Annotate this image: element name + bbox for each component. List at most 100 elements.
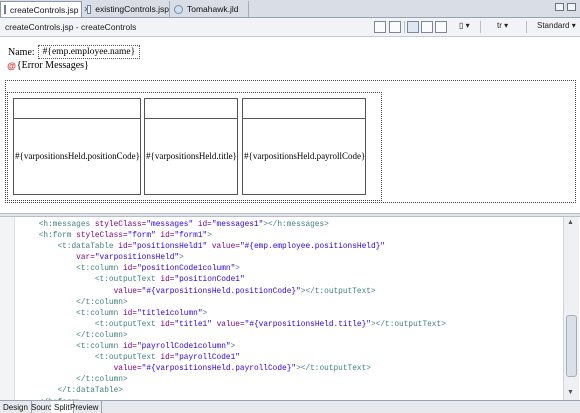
table-column-payrollcode[interactable]: #{varpositionsHeld.payrollCode} xyxy=(242,98,366,195)
standard-dropdown-label: Standard xyxy=(537,21,570,30)
source-line[interactable]: </t:column> xyxy=(20,331,446,342)
tab-createcontrols[interactable]: createControls.jsp ✕ xyxy=(0,1,90,17)
column-cell[interactable]: #{varpositionsHeld.payrollCode} xyxy=(243,118,365,194)
vertical-scrollbar[interactable]: ▲ ▼ xyxy=(563,217,579,400)
code-token: "form" xyxy=(127,232,161,241)
code-token: > xyxy=(179,254,184,263)
code-token: ></t:outputText> xyxy=(296,365,371,374)
tab-tomahawk[interactable]: Tomahawk.jld xyxy=(171,1,249,17)
source-line[interactable]: var="varpositionsHeld"> xyxy=(20,253,446,264)
code-token: "title1" xyxy=(174,320,217,329)
source-line[interactable]: <h:form styleClass="form" id="form1"> xyxy=(20,231,446,242)
code-token: "#{varpositionsHeld.title}" xyxy=(244,320,371,329)
code-token: > xyxy=(235,265,240,274)
column-cell[interactable]: #{varpositionsHeld.title} xyxy=(145,118,237,194)
tab-preview[interactable]: Preview xyxy=(67,401,103,413)
code-token: ></t:outputText> xyxy=(300,287,376,296)
layout-horizontal-icon[interactable] xyxy=(374,21,386,33)
source-line[interactable]: value="#{varpositionsHeld.payrollCode}">… xyxy=(20,364,446,375)
code-token: "title1column" xyxy=(137,309,203,318)
source-line[interactable]: <t:outputText id="positionCode1" xyxy=(20,275,446,286)
error-messages-text: {Error Messages} xyxy=(16,60,89,71)
scrollbar-thumb[interactable] xyxy=(566,315,577,377)
breadcrumb: createControls.jsp - createControls xyxy=(5,22,137,32)
table-column-title[interactable]: #{varpositionsHeld.title} xyxy=(144,98,238,195)
layout-vertical-icon[interactable] xyxy=(389,21,401,33)
scroll-up-icon[interactable]: ▲ xyxy=(567,219,574,226)
code-token: styleClass= xyxy=(94,221,147,229)
column-header[interactable] xyxy=(14,99,140,119)
code-token: "positionCode1" xyxy=(174,276,245,285)
code-token: styleClass= xyxy=(76,232,128,241)
source-line[interactable]: value="#{varpositionsHeld.positionCode}"… xyxy=(20,287,446,298)
code-token: <h:messages xyxy=(38,221,95,229)
source-line[interactable]: <t:column id="payrollCode1column"> xyxy=(20,342,446,353)
code-token: "messages1" xyxy=(211,221,264,229)
tr-dropdown[interactable]: tr ▾ xyxy=(497,21,508,30)
source-editor[interactable]: <h:messages styleClass="messages" id="me… xyxy=(0,217,580,407)
code-token: id= xyxy=(160,232,175,241)
standard-dropdown[interactable]: Standard ▾ xyxy=(537,21,576,30)
source-line[interactable]: </t:dataTable> xyxy=(20,386,446,397)
maximize-icon[interactable] xyxy=(567,3,576,11)
source-line[interactable]: <t:dataTable id="positionsHeld1" value="… xyxy=(20,242,446,253)
jsp-file-icon xyxy=(4,5,6,14)
design-canvas[interactable]: Name: #{emp.employee.name} @ {Error Mess… xyxy=(0,37,580,213)
table-column-positioncode[interactable]: #{varpositionsHeld.positionCode} xyxy=(13,98,141,195)
code-token: "#{varpositionsHeld.payrollCode}" xyxy=(141,365,297,374)
code-token: > xyxy=(202,309,208,318)
code-token: > xyxy=(230,343,236,352)
source-line[interactable]: <t:column id="title1column"> xyxy=(20,309,446,320)
view-mode-tabs: Design Source Split Preview xyxy=(0,400,580,413)
chevron-down-icon: ▾ xyxy=(465,21,470,30)
code-token: </t:column> xyxy=(76,298,128,307)
source-line[interactable]: </t:column> xyxy=(20,298,446,309)
editor-gutter xyxy=(0,217,15,400)
code-token: id= xyxy=(118,243,133,252)
tab-label: existingControls.jsp xyxy=(95,4,169,14)
code-token: <t:column xyxy=(76,265,123,274)
scroll-down-icon[interactable]: ▼ xyxy=(567,389,574,396)
code-token: "messages" xyxy=(146,221,198,229)
code-token: </t:dataTable> xyxy=(57,387,123,396)
chevron-down-icon: ▾ xyxy=(571,21,576,30)
editor-toolbar: createControls.jsp - createControls ▯ ▾ … xyxy=(0,18,580,37)
preview-mode-icon[interactable] xyxy=(421,21,433,33)
column-cell[interactable]: #{varpositionsHeld.positionCode} xyxy=(14,118,140,194)
source-line[interactable]: <t:outputText id="payrollCode1" xyxy=(20,353,446,364)
source-line[interactable]: <t:column id="positionCode1column"> xyxy=(20,264,446,275)
tab-existingcontrols[interactable]: existingControls.jsp xyxy=(84,1,170,17)
error-messages-row[interactable]: @ {Error Messages} xyxy=(7,60,89,71)
source-line[interactable]: <h:messages styleClass="messages" id="me… xyxy=(20,220,446,231)
code-token: value= xyxy=(211,243,240,252)
column-header[interactable] xyxy=(145,99,237,119)
code-token: value= xyxy=(216,320,245,329)
device-dropdown[interactable]: ▯ ▾ xyxy=(459,21,470,30)
code-token: <t:outputText xyxy=(94,276,161,285)
column-header[interactable] xyxy=(243,99,365,119)
code-token: id= xyxy=(160,276,175,285)
source-code[interactable]: <h:messages styleClass="messages" id="me… xyxy=(20,220,446,409)
code-token: id= xyxy=(122,343,137,352)
name-output-field[interactable]: #{emp.employee.name} xyxy=(37,45,141,59)
code-token: var= xyxy=(76,254,95,263)
code-token: "positionCode1column" xyxy=(137,265,236,274)
edit-mode-icon[interactable] xyxy=(407,21,419,33)
code-token: value= xyxy=(113,365,142,374)
code-token: id= xyxy=(122,309,137,318)
properties-icon[interactable] xyxy=(435,21,447,33)
source-line[interactable]: <t:outputText id="title1" value="#{varpo… xyxy=(20,320,446,331)
minimize-icon[interactable] xyxy=(555,3,564,11)
source-line[interactable]: </t:column> xyxy=(20,375,446,386)
tab-label: Tomahawk.jld xyxy=(187,4,239,14)
code-token: "positionsHeld1" xyxy=(132,243,212,252)
